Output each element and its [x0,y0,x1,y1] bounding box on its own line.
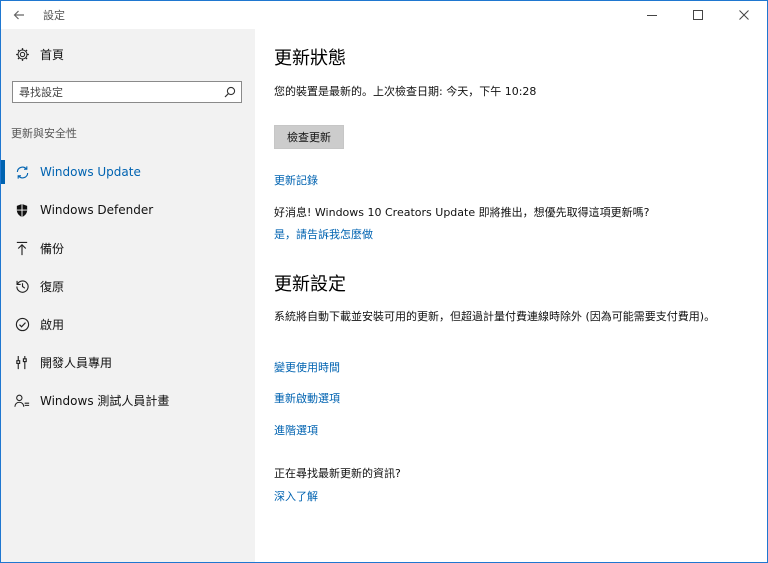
home-label: 首頁 [40,47,65,62]
insider-person-icon [13,391,31,409]
sidebar-item-label: 開發人員專用 [40,355,113,370]
sidebar-item-developers[interactable]: 開發人員專用 [1,343,255,381]
title-bar: 設定 [1,1,767,29]
update-status-heading: 更新狀態 [274,48,346,69]
advanced-options-link[interactable]: 進階選項 [274,422,318,438]
window-controls [629,1,767,29]
history-icon [13,277,31,295]
change-active-hours-link[interactable]: 變更使用時間 [274,359,340,375]
sidebar-nav: Windows Update Windows Defender 備份 復原 啟用… [1,153,255,419]
back-arrow-icon [13,10,24,20]
sidebar-item-insider[interactable]: Windows 測試人員計畫 [1,381,255,419]
creators-update-promo-text: 好消息! Windows 10 Creators Update 即將推出，想優先… [274,206,650,219]
maximize-button[interactable] [675,1,721,29]
sidebar-item-label: Windows 測試人員計畫 [40,393,170,408]
learn-more-link[interactable]: 深入了解 [274,488,318,504]
close-icon [739,10,749,20]
update-settings-heading: 更新設定 [274,274,346,295]
restart-options-link[interactable]: 重新啟動選項 [274,390,340,406]
search-icon[interactable] [219,82,241,102]
sync-icon [13,163,31,181]
sidebar-item-backup[interactable]: 備份 [1,229,255,267]
sidebar-item-label: Windows Update [40,165,141,179]
window-title: 設定 [43,9,65,22]
update-history-link[interactable]: 更新記錄 [274,172,318,188]
sidebar-item-label: 備份 [40,241,65,256]
creators-update-link[interactable]: 是，請告訴我怎麼做 [274,226,373,242]
gear-icon [13,45,31,63]
maximize-icon [693,10,703,20]
sidebar-item-windows-defender[interactable]: Windows Defender [1,191,255,229]
minimize-icon [647,15,657,16]
search-box [12,81,242,103]
check-circle-icon [13,315,31,333]
sidebar: 首頁 更新與安全性 Windows Update [1,29,255,562]
sidebar-item-label: 復原 [40,279,65,294]
update-settings-text: 系統將自動下載並安裝可用的更新，但超過計量付費連線時除外 (因為可能需要支付費用… [274,310,716,323]
settings-window: 設定 首頁 尋找設定 更新與安全性 Windows Update Windows… [0,0,768,563]
developer-tools-icon [13,353,31,371]
close-button[interactable] [721,1,767,29]
sidebar-item-label: 啟用 [40,317,65,332]
sidebar-item-label: Windows Defender [40,203,154,217]
sidebar-item-recovery[interactable]: 復原 [1,267,255,305]
sidebar-item-activation[interactable]: 啟用 [1,305,255,343]
sidebar-item-windows-update[interactable]: Windows Update [1,153,255,191]
shield-icon [13,201,31,219]
search-input[interactable] [13,84,219,100]
update-status-text: 您的裝置是最新的。上次檢查日期: 今天，下午 10:28 [274,85,537,98]
sidebar-item-home[interactable]: 首頁 [13,45,64,63]
minimize-button[interactable] [629,1,675,29]
latest-updates-question: 正在尋找最新更新的資訊? [274,467,401,480]
backup-arrow-icon [13,239,31,257]
section-label: 更新與安全性 [11,127,77,140]
check-for-updates-button[interactable]: 檢查更新 [274,125,344,149]
back-button[interactable] [1,1,37,29]
